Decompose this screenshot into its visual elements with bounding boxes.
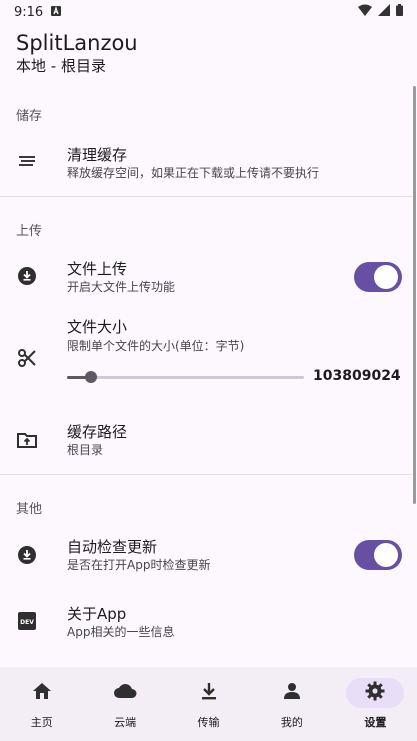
nav-icon-container — [96, 678, 154, 708]
section-header-upload: 上传 — [16, 224, 43, 239]
svg-text:DEV: DEV — [20, 619, 34, 626]
switch-thumb — [374, 543, 398, 567]
download-icon — [201, 682, 217, 704]
download-circle-icon — [16, 265, 38, 287]
file-upload-switch[interactable] — [354, 262, 402, 292]
pref-about[interactable]: DEV 关于App App相关的一些信息 — [0, 598, 412, 648]
file-size-slider-thumb[interactable] — [84, 371, 97, 383]
nav-item-settings[interactable]: 设置 — [334, 667, 417, 741]
nav-label-settings: 设置 — [364, 716, 387, 729]
nav-icon-container — [180, 678, 238, 708]
nav-icon-container — [346, 678, 405, 708]
folder-upload-icon — [16, 429, 38, 451]
home-icon — [32, 682, 52, 704]
pref-file-upload-title: 文件上传 — [67, 260, 128, 278]
scissors-icon — [16, 347, 38, 369]
scrollbar[interactable] — [413, 86, 416, 504]
download-circle-icon — [16, 544, 38, 566]
file-size-slider-track[interactable] — [67, 376, 304, 379]
nav-label-mine: 我的 — [280, 716, 303, 729]
pref-about-title: 关于App — [67, 605, 127, 623]
status-right — [358, 4, 403, 20]
pref-auto-update-title: 自动检查更新 — [67, 538, 158, 556]
pref-clear-cache-title: 清理缓存 — [67, 146, 128, 164]
pref-file-size-title: 文件大小 — [67, 318, 128, 336]
pref-file-upload[interactable]: 文件上传 开启大文件上传功能 — [0, 250, 412, 306]
pref-clear-cache-summary: 释放缓存空间，如果正在下载或上传请不要执行 — [67, 166, 320, 180]
notification-a-icon — [51, 5, 62, 20]
nav-icon-container — [13, 678, 71, 708]
nav-label-cloud: 云端 — [114, 716, 137, 729]
pref-clear-cache[interactable]: 清理缓存 释放缓存空间，如果正在下载或上传请不要执行 — [0, 135, 412, 193]
status-time: 9:16 — [14, 4, 44, 20]
pref-about-summary: App相关的一些信息 — [67, 625, 175, 639]
pref-auto-update-summary: 是否在打开App时检查更新 — [67, 558, 211, 572]
app-title: SplitLanzou — [16, 31, 138, 55]
nav-item-mine[interactable]: 我的 — [250, 667, 333, 741]
pref-cache-path-summary: 根目录 — [67, 443, 104, 457]
nav-label-transfer: 传输 — [197, 716, 220, 729]
person-icon — [283, 682, 301, 704]
sort-lines-icon — [16, 150, 38, 172]
app-header: SplitLanzou 本地 - 根目录 — [16, 30, 138, 76]
signal-icon — [378, 4, 390, 20]
nav-item-transfer[interactable]: 传输 — [167, 667, 250, 741]
pref-file-size[interactable]: 文件大小 限制单个文件的大小(单位：字节) — [0, 312, 412, 398]
status-bar: 9:16 — [0, 0, 417, 24]
battery-icon — [396, 4, 403, 20]
switch-thumb — [374, 265, 398, 289]
wifi-icon — [358, 4, 372, 20]
pref-cache-path-title: 缓存路径 — [67, 423, 128, 441]
section-header-other: 其他 — [16, 502, 43, 517]
nav-label-home: 主页 — [30, 716, 53, 729]
status-left: 9:16 — [14, 4, 62, 20]
auto-update-switch[interactable] — [354, 540, 402, 570]
file-size-value: 103809024 — [313, 368, 401, 384]
pref-file-upload-summary: 开启大文件上传功能 — [67, 280, 176, 294]
nav-item-home[interactable]: 主页 — [0, 667, 83, 741]
divider — [0, 474, 412, 475]
cloud-icon — [113, 683, 137, 703]
dev-badge-icon: DEV — [16, 610, 38, 632]
gear-icon — [365, 681, 385, 705]
pref-cache-path[interactable]: 缓存路径 根目录 — [0, 414, 412, 464]
nav-icon-container — [263, 678, 321, 708]
app-subtitle: 本地 - 根目录 — [16, 57, 106, 75]
bottom-navigation: 主页 云端 传输 我的 设置 — [0, 667, 417, 741]
nav-item-cloud[interactable]: 云端 — [83, 667, 166, 741]
pref-file-size-summary: 限制单个文件的大小(单位：字节) — [67, 339, 245, 353]
divider — [0, 196, 412, 197]
section-header-storage: 储存 — [16, 109, 43, 124]
pref-auto-update[interactable]: 自动检查更新 是否在打开App时检查更新 — [0, 530, 412, 584]
